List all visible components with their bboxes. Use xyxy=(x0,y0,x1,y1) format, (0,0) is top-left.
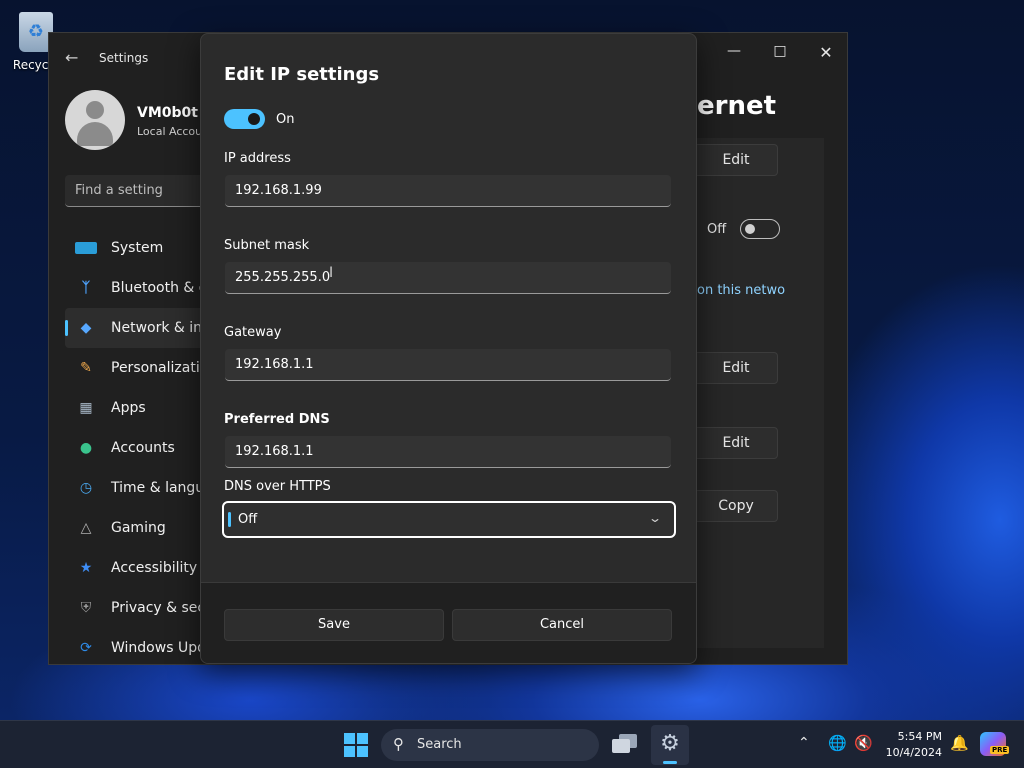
dns-over-https-dropdown[interactable]: Off ⌄ xyxy=(222,501,676,538)
accounts-icon: ● xyxy=(79,440,93,456)
shield-icon: ⛨ xyxy=(80,600,92,616)
update-icon: ⟳ xyxy=(80,640,92,656)
edit-ip-settings-dialog: Edit IP settings On IP address Subnet ma… xyxy=(200,33,697,664)
sidebar-item-label: Windows Upda xyxy=(111,640,215,656)
cancel-button[interactable]: Cancel xyxy=(452,609,672,641)
system-clock[interactable]: 5:54 PM 10/4/2024 xyxy=(882,729,942,761)
network-globe-icon[interactable]: 🌐 xyxy=(828,734,847,752)
copilot-preview-badge: PRE xyxy=(990,746,1010,754)
preferred-dns-input[interactable] xyxy=(225,436,671,468)
chevron-up-icon[interactable]: ⌃ xyxy=(798,735,810,751)
search-icon: ⚲ xyxy=(393,735,404,753)
sidebar-item-label: Accessibility xyxy=(111,560,198,576)
save-button[interactable]: Save xyxy=(224,609,444,641)
avatar-head xyxy=(86,101,104,119)
ipv4-toggle[interactable] xyxy=(224,109,265,129)
sidebar-item-label: Apps xyxy=(111,400,146,416)
windows-logo-tile xyxy=(357,746,368,757)
back-arrow-icon[interactable]: ← xyxy=(65,48,78,67)
windows-logo-tile xyxy=(357,733,368,744)
taskbar-search-label: Search xyxy=(417,737,462,752)
subnet-mask-label: Subnet mask xyxy=(224,238,310,253)
ip-address-input[interactable] xyxy=(225,175,671,207)
brush-icon: ✎ xyxy=(80,360,92,376)
avatar-body xyxy=(77,122,113,146)
ipv4-toggle-label: On xyxy=(276,112,295,127)
metered-toggle-label: Off xyxy=(707,222,727,237)
profile-name: VM0b0t xyxy=(137,105,198,121)
ip-assignment-edit-button[interactable]: Edit xyxy=(694,352,778,384)
gamepad-icon: △ xyxy=(80,520,92,536)
dialog-title: Edit IP settings xyxy=(224,64,380,85)
dns-over-https-label: DNS over HTTPS xyxy=(224,479,331,494)
network-icon: ◆ xyxy=(80,320,92,336)
gateway-input[interactable] xyxy=(225,349,671,381)
gateway-label: Gateway xyxy=(224,325,282,340)
chevron-down-icon: ⌄ xyxy=(647,511,663,525)
taskbar: ⚲ Search ⚙ ⌃ 🌐 🔇 5:54 PM 10/4/2024 🔔 PRE xyxy=(0,720,1024,768)
avatar[interactable] xyxy=(65,90,125,150)
system-icon xyxy=(75,242,97,254)
copy-button[interactable]: Copy xyxy=(694,490,778,522)
metered-connection-toggle[interactable] xyxy=(740,219,780,239)
start-button[interactable] xyxy=(344,733,368,757)
clock-date: 10/4/2024 xyxy=(885,746,942,759)
subnet-mask-input[interactable] xyxy=(225,262,671,294)
text-cursor-icon: I xyxy=(329,265,334,281)
minimize-button[interactable]: — xyxy=(719,43,749,63)
sidebar-item-label: Gaming xyxy=(111,520,166,536)
task-view-button[interactable] xyxy=(612,733,638,757)
taskbar-search-box[interactable]: ⚲ Search xyxy=(381,729,599,761)
maximize-button[interactable]: □ xyxy=(765,43,795,63)
toggle-knob xyxy=(248,113,260,125)
ip-address-label: IP address xyxy=(224,151,291,166)
volume-muted-icon[interactable]: 🔇 xyxy=(854,734,873,752)
windows-logo-tile xyxy=(344,733,355,744)
page-title: ernet xyxy=(697,91,777,121)
windows-logo-tile xyxy=(344,746,355,757)
dns-assignment-edit-button[interactable]: Edit xyxy=(694,427,778,459)
close-button[interactable]: ✕ xyxy=(811,43,841,63)
apps-icon: ▦ xyxy=(79,400,93,416)
notification-bell-icon[interactable]: 🔔 xyxy=(950,734,969,752)
globe-clock-icon: ◷ xyxy=(79,480,93,496)
settings-taskbar-icon[interactable]: ⚙ xyxy=(651,725,689,765)
sidebar-item-label: System xyxy=(111,240,164,256)
dropdown-focus-indicator xyxy=(228,512,231,527)
preferred-dns-label: Preferred DNS xyxy=(224,412,330,427)
sidebar-item-label: Time & langua xyxy=(111,480,213,496)
data-limit-link[interactable]: on this netwo xyxy=(697,283,785,298)
task-view-front-icon xyxy=(612,739,630,753)
profile-account-type: Local Accou xyxy=(137,125,203,138)
edit-button[interactable]: Edit xyxy=(694,144,778,176)
clock-time: 5:54 PM xyxy=(897,730,942,743)
dropdown-selected-value: Off xyxy=(238,512,258,527)
bluetooth-icon: ᛉ xyxy=(81,280,91,296)
sidebar-item-label: Accounts xyxy=(111,440,175,456)
accessibility-icon: ★ xyxy=(79,560,93,576)
app-title: Settings xyxy=(99,51,149,65)
